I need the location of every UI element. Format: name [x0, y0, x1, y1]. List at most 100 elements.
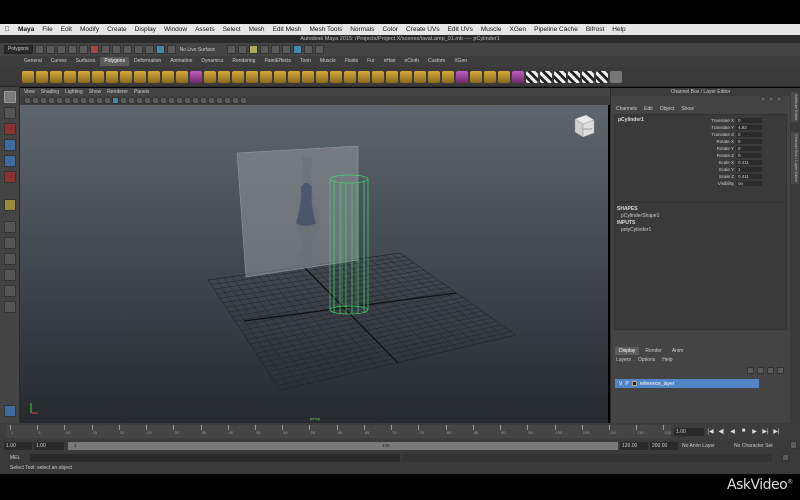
redo-icon[interactable]	[78, 45, 88, 54]
menu-edit-uvs[interactable]: Edit UVs	[444, 26, 477, 33]
smooth-icon[interactable]	[274, 70, 286, 83]
show-channel-box-icon[interactable]	[315, 45, 325, 54]
insert-edge-loop-icon[interactable]	[386, 70, 398, 83]
image-plane-icon[interactable]	[48, 97, 55, 104]
attr-row-visibility[interactable]: Visibility on	[718, 181, 762, 186]
viewport-menu-shading[interactable]: Shading	[41, 89, 59, 95]
shelf-tab-curves[interactable]: Curves	[47, 57, 71, 66]
menu-select[interactable]: Select	[219, 26, 245, 33]
menu-set-dropdown[interactable]: Polygons	[4, 45, 33, 54]
layer-menu-options[interactable]: Options	[638, 357, 655, 363]
layer-visibility-toggle[interactable]: V	[619, 381, 622, 387]
input-node[interactable]: polyCylinder1	[617, 227, 784, 233]
step-forward-key-button[interactable]: ▶|	[761, 428, 770, 435]
snap-curve-icon[interactable]	[133, 45, 143, 54]
shelf-tab-surfaces[interactable]: Surfaces	[72, 57, 100, 66]
save-scene-icon[interactable]	[56, 45, 66, 54]
rotate-tool-icon[interactable]	[3, 155, 16, 167]
last-tool-icon[interactable]	[3, 199, 16, 211]
attr-row-translate-z[interactable]: Translate Z0	[711, 132, 762, 137]
depth-of-field-icon[interactable]	[184, 97, 191, 104]
shelf-tab-ncloth[interactable]: nCloth	[401, 57, 423, 66]
select-object-icon[interactable]	[100, 45, 110, 54]
attr-row-translate-x[interactable]: Translate X0	[711, 118, 762, 123]
attr-row-scale-x[interactable]: Scale X 0.411	[718, 160, 762, 165]
poly-soccer-ball-icon[interactable]	[162, 70, 174, 83]
layer-row[interactable]: V P reference_layer	[615, 379, 759, 388]
show-attribute-editor-icon[interactable]	[293, 45, 303, 54]
menu-pipeline-cache[interactable]: Pipeline Cache	[530, 26, 582, 33]
poly-cone-icon[interactable]	[64, 70, 76, 83]
preferences-icon[interactable]	[790, 441, 797, 449]
menu-file[interactable]: File	[38, 26, 56, 33]
shelf-tab-custom[interactable]: Custom	[424, 57, 449, 66]
shelf-tab-toon[interactable]: Toon	[296, 57, 315, 66]
character-set-dropdown[interactable]: No Character Set	[734, 442, 773, 450]
layer-menu-help[interactable]: Help	[662, 357, 672, 363]
bookmarks-icon[interactable]	[40, 97, 47, 104]
move-layer-up-icon[interactable]	[747, 367, 754, 374]
live-surface-icon[interactable]	[166, 45, 176, 54]
menu-mesh-tools[interactable]: Mesh Tools	[305, 26, 346, 33]
playback-range-slider[interactable]: 1 120	[68, 442, 618, 450]
make-hole-icon[interactable]	[316, 70, 328, 83]
menu-normals[interactable]: Normals	[346, 26, 378, 33]
layer-tab-render[interactable]: Render	[641, 347, 665, 355]
fill-hole-icon[interactable]	[302, 70, 314, 83]
persp-graph-layout-icon[interactable]	[3, 269, 16, 281]
show-tool-settings-icon[interactable]	[304, 45, 314, 54]
poly-platonic-icon[interactable]	[176, 70, 188, 83]
shelf-tab-rendering[interactable]: Rendering	[228, 57, 259, 66]
shelf-tab-deformation[interactable]: Deformation	[130, 57, 165, 66]
lasso-tool-icon[interactable]	[3, 107, 16, 119]
current-frame-field[interactable]: 1.00	[674, 428, 704, 436]
select-tool-icon[interactable]	[3, 91, 16, 103]
snap-grid-icon[interactable]	[122, 45, 132, 54]
uv-cylindrical-icon[interactable]	[484, 70, 496, 83]
command-language-label[interactable]: MEL	[0, 455, 28, 461]
gamma-icon[interactable]	[232, 97, 239, 104]
anim-start-field[interactable]: 1.00	[34, 442, 64, 450]
time-ticks[interactable]: 1 5 10 15 20 25 30 35 40 45 50 55 60 65 …	[6, 425, 671, 438]
command-input[interactable]	[30, 453, 400, 462]
channel-menu-object[interactable]: Object	[660, 106, 674, 112]
attr-row-translate-y[interactable]: Translate Y 4.92	[711, 125, 762, 130]
layer-tab-anim[interactable]: Anim	[668, 347, 687, 355]
shelf-tab-animation[interactable]: Animation	[166, 57, 196, 66]
reverse-normals-icon[interactable]	[442, 70, 454, 83]
stop-button[interactable]: ■	[739, 428, 748, 435]
start-time-field[interactable]: 1.00	[4, 442, 32, 450]
uv-layout-icon[interactable]	[568, 70, 580, 83]
extrude-icon[interactable]	[330, 70, 342, 83]
split-polygon-icon[interactable]	[372, 70, 384, 83]
textured-icon[interactable]	[136, 97, 143, 104]
layer-color-swatch[interactable]	[631, 381, 637, 386]
shelf-tab-xgen[interactable]: XGen	[450, 57, 471, 66]
scene-hierarchy-icon[interactable]	[3, 405, 16, 417]
separate-icon[interactable]	[204, 70, 216, 83]
shelf-tab-fur[interactable]: Fur	[363, 57, 379, 66]
object-name[interactable]: pCylinder1	[618, 117, 644, 123]
select-hierarchy-icon[interactable]	[89, 45, 99, 54]
snap-point-icon[interactable]	[144, 45, 154, 54]
poly-sphere-icon[interactable]	[22, 70, 34, 83]
menu-xgen[interactable]: XGen	[505, 26, 530, 33]
step-back-key-button[interactable]: ◀|	[717, 428, 726, 435]
screen-space-ao-icon[interactable]	[160, 97, 167, 104]
shelf-tab-polygons[interactable]: Polygons	[100, 57, 129, 66]
move-tool-icon[interactable]	[3, 139, 16, 151]
viewport-menu-lighting[interactable]: Lighting	[65, 89, 83, 95]
viewport-menu-panels[interactable]: Panels	[134, 89, 149, 95]
menu-modify[interactable]: Modify	[76, 26, 103, 33]
attr-row-scale-z[interactable]: Scale Z 0.411	[719, 174, 762, 179]
render-current-icon[interactable]	[249, 45, 259, 54]
grid-icon[interactable]	[56, 97, 63, 104]
play-forwards-button[interactable]: ▶	[750, 428, 759, 435]
persp-hypershade-layout-icon[interactable]	[3, 285, 16, 297]
safe-title-icon[interactable]	[104, 97, 111, 104]
outliner-layout-icon[interactable]	[3, 301, 16, 313]
gate-mask-icon[interactable]	[80, 97, 87, 104]
four-view-layout-icon[interactable]	[3, 237, 16, 249]
channel-menu-channels[interactable]: Channels	[616, 106, 637, 112]
poly-prism-icon[interactable]	[106, 70, 118, 83]
